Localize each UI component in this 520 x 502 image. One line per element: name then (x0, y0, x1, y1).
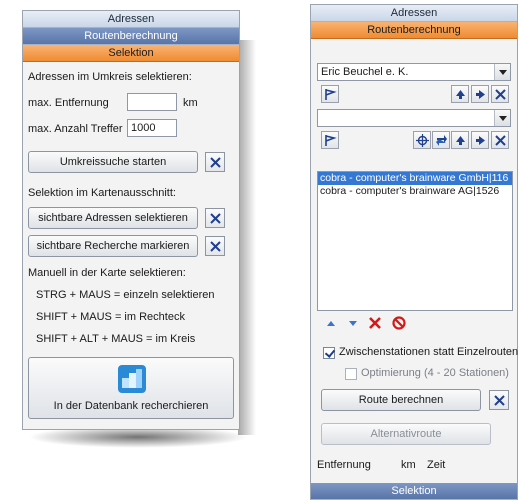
datenbank-button[interactable]: In der Datenbank recherchieren (28, 357, 234, 419)
list-delete-button[interactable] (367, 315, 383, 331)
start-select[interactable]: Eric Beuchel e. K. (317, 63, 511, 81)
close-icon (210, 157, 221, 168)
selektion-header[interactable]: Selektion (311, 483, 517, 500)
route-berechnen-button[interactable]: Route berechnen (321, 389, 481, 411)
chevron-down-icon (494, 110, 510, 126)
clear-start-button[interactable] (491, 85, 509, 103)
route-stations-list[interactable]: cobra - computer's brainware GmbH|116 co… (317, 171, 513, 311)
right-panel: Adressen Routenberechnung Eric Beuchel e… (310, 4, 518, 500)
optimierung-checkbox[interactable] (345, 368, 357, 380)
move-right-dest-button[interactable] (471, 131, 489, 149)
selektion-header[interactable]: Selektion (23, 45, 239, 62)
list-move-up-button[interactable] (325, 317, 337, 329)
arrow-right-icon (476, 136, 485, 145)
adressen-header[interactable]: Adressen (311, 5, 517, 22)
delete-x-icon (369, 317, 381, 329)
sichtbare-adressen-button[interactable]: sichtbare Adressen selektieren (28, 207, 198, 229)
hint-strg: STRG + MAUS = einzeln selektieren (36, 289, 215, 301)
sichtbare-recherche-clear-button[interactable] (205, 236, 225, 256)
umkreissuche-clear-button[interactable] (205, 152, 225, 172)
flag-icon (325, 89, 337, 100)
swap-icon (436, 135, 447, 146)
zwischenstationen-checkbox[interactable] (323, 347, 335, 359)
close-icon (210, 213, 221, 224)
routenberechnung-header[interactable]: Routenberechnung (23, 28, 239, 45)
list-clear-all-button[interactable] (391, 315, 407, 331)
dest-select[interactable] (317, 109, 511, 127)
crosshair-icon (416, 134, 429, 147)
max-treffer-label: max. Anzahl Treffer (28, 123, 123, 135)
sichtbare-recherche-button[interactable]: sichtbare Recherche markieren (28, 235, 198, 257)
flag-start-button[interactable] (321, 85, 339, 103)
umkreis-label: Adressen im Umkreis selektieren: (28, 71, 192, 83)
close-icon (495, 89, 506, 100)
start-select-value: Eric Beuchel e. K. (321, 66, 409, 78)
triangle-up-icon (327, 321, 335, 326)
max-entfernung-input[interactable] (127, 93, 177, 111)
hint-shift: SHIFT + MAUS = im Rechteck (36, 311, 185, 323)
manuell-label: Manuell in der Karte selektieren: (28, 267, 186, 279)
km-unit: km (183, 97, 198, 109)
datenbank-button-label: In der Datenbank recherchieren (53, 400, 209, 412)
add-stop-button[interactable] (413, 131, 431, 149)
database-icon (118, 365, 146, 393)
arrow-up-icon (456, 90, 465, 99)
flag-dest-button[interactable] (321, 131, 339, 149)
zwischenstationen-label: Zwischenstationen statt Einzelrouten (339, 346, 519, 358)
move-right-start-button[interactable] (471, 85, 489, 103)
km-label: km (401, 459, 416, 471)
no-entry-icon (392, 316, 406, 330)
hint-shift-alt: SHIFT + ALT + MAUS = im Kreis (36, 333, 196, 345)
entfernung-label: Entfernung (317, 459, 371, 471)
move-up-start-button[interactable] (451, 85, 469, 103)
move-up-dest-button[interactable] (451, 131, 469, 149)
list-item[interactable]: cobra - computer's brainware GmbH|116 (318, 172, 512, 185)
route-clear-button[interactable] (489, 390, 509, 410)
left-panel: Adressen Routenberechnung Selektion Adre… (22, 10, 240, 430)
optimierung-label: Optimierung (4 - 20 Stationen) (361, 367, 509, 379)
clear-dest-button[interactable] (491, 131, 509, 149)
max-treffer-input[interactable]: 1000 (127, 119, 177, 137)
adressen-header[interactable]: Adressen (23, 11, 239, 28)
kartenausschnitt-label: Selektion im Kartenausschnitt: (28, 187, 176, 199)
routenberechnung-header[interactable]: Routenberechnung (311, 22, 517, 39)
triangle-down-icon (349, 321, 357, 326)
sichtbare-adressen-clear-button[interactable] (205, 208, 225, 228)
max-entfernung-label: max. Entfernung (28, 97, 109, 109)
close-icon (494, 395, 505, 406)
list-item[interactable]: cobra - computer's brainware AG|1526 (318, 185, 512, 198)
arrow-right-icon (476, 90, 485, 99)
close-icon (495, 135, 506, 146)
list-move-down-button[interactable] (347, 317, 359, 329)
close-icon (210, 241, 221, 252)
chevron-down-icon (494, 64, 510, 80)
alternativroute-button[interactable]: Alternativroute (321, 423, 491, 445)
left-panel-shadow-right (238, 40, 256, 435)
arrow-up-icon (456, 136, 465, 145)
umkreissuche-button[interactable]: Umkreissuche starten (28, 151, 198, 173)
flag-icon (325, 135, 337, 146)
swap-button[interactable] (432, 131, 450, 149)
zeit-label: Zeit (427, 459, 446, 471)
